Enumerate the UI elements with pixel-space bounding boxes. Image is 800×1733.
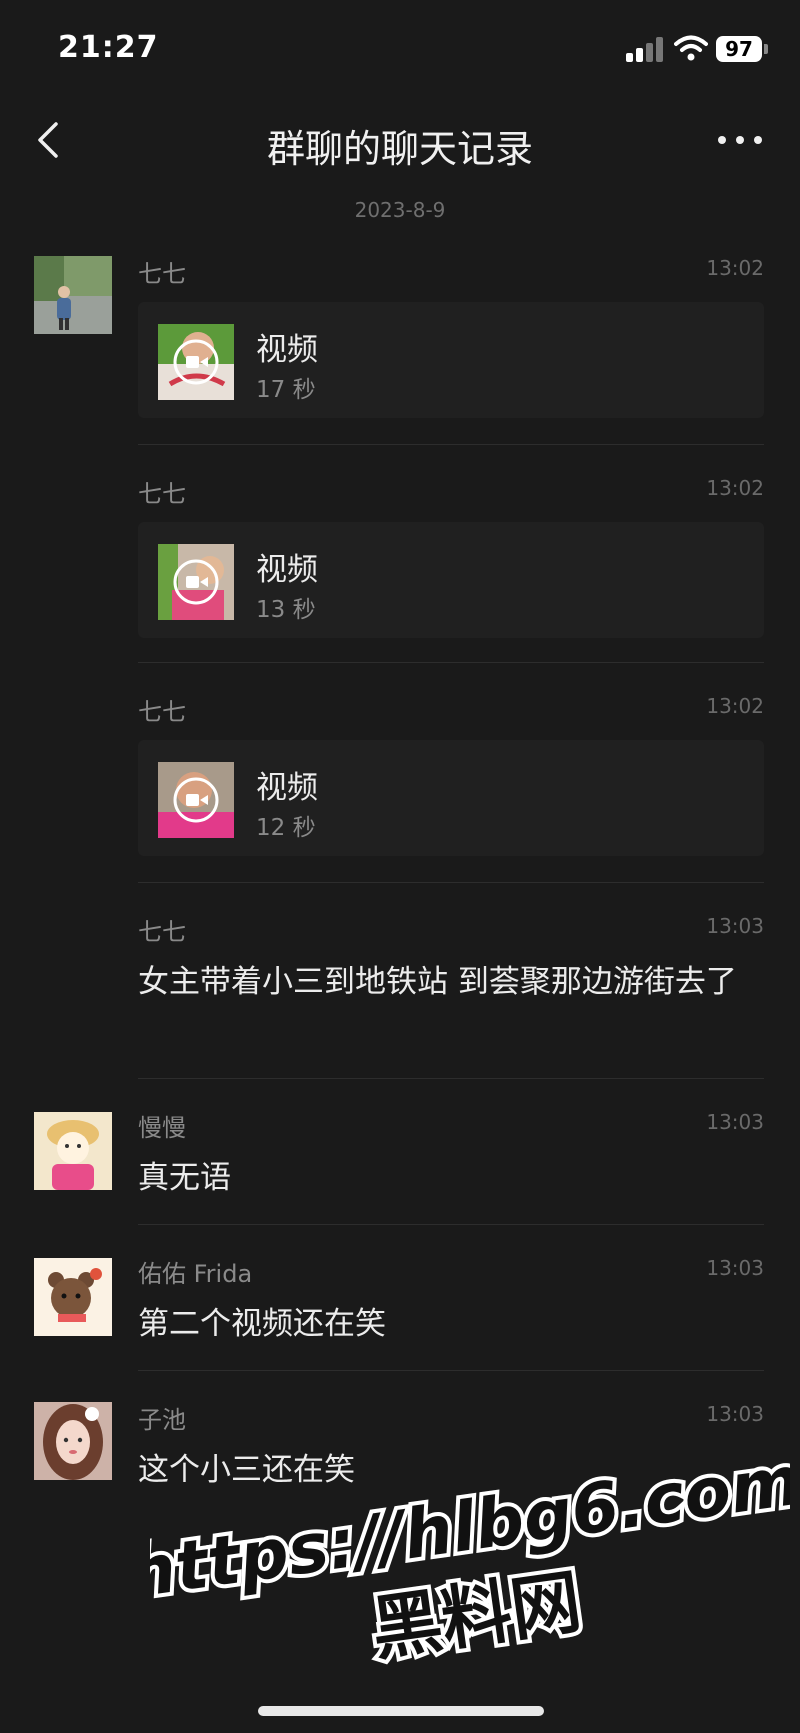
message-3: 七七 13:03 女主带着小三到地铁站 到荟聚那边游街去了: [138, 912, 764, 1062]
video-thumbnail: [158, 762, 234, 838]
message-5: 佑佑 Frida 13:03 第二个视频还在笑: [138, 1254, 764, 1354]
message-time: 13:02: [706, 476, 764, 500]
battery-tip: [764, 44, 768, 54]
video-thumbnail: [158, 324, 234, 400]
video-card[interactable]: 视频 13 秒: [138, 522, 764, 638]
sender-name: 七七: [138, 260, 186, 288]
message-0: 七七 13:02 视频 17 秒: [138, 254, 764, 434]
sender-name: 慢慢: [138, 1114, 186, 1142]
video-label: 视频: [256, 552, 318, 588]
wifi-icon: [674, 35, 708, 61]
sender-name: 佑佑 Frida: [138, 1260, 253, 1288]
sender-name: 七七: [138, 698, 186, 726]
cellular-signal-icon: [626, 36, 664, 62]
more-options-icon[interactable]: [710, 120, 770, 160]
battery-icon: 97: [716, 36, 762, 62]
message-time: 13:03: [706, 1402, 764, 1426]
message-divider: [138, 1370, 764, 1371]
watermark: https://hlbg6.com 黑料网: [150, 1440, 790, 1675]
message-divider: [138, 1078, 764, 1079]
nav-bar: 群聊的聊天记录: [0, 100, 800, 180]
video-label: 视频: [256, 770, 318, 806]
message-divider: [138, 444, 764, 445]
avatar-frida[interactable]: [34, 1258, 112, 1336]
avatar-zichi[interactable]: [34, 1402, 112, 1480]
message-1: 七七 13:02 视频 13 秒: [138, 474, 764, 654]
video-card[interactable]: 视频 17 秒: [138, 302, 764, 418]
video-duration: 12 秒: [256, 815, 316, 841]
avatar-manman[interactable]: [34, 1112, 112, 1190]
status-bar: 21:27 97: [0, 0, 800, 100]
date-separator: 2023-8-9: [354, 198, 446, 222]
video-duration: 13 秒: [256, 597, 316, 623]
message-divider: [138, 1224, 764, 1225]
video-label: 视频: [256, 332, 318, 368]
message-divider: [138, 882, 764, 883]
message-text: 第二个视频还在笑: [138, 1306, 386, 1342]
message-divider: [138, 662, 764, 663]
video-duration: 17 秒: [256, 377, 316, 403]
watermark-site-name: 黑料网: [367, 1560, 586, 1670]
message-time: 13:03: [706, 1256, 764, 1280]
message-text: 女主带着小三到地铁站 到荟聚那边游街去了: [138, 964, 737, 1000]
sender-name: 七七: [138, 918, 186, 946]
home-indicator[interactable]: [258, 1706, 544, 1716]
message-text: 真无语: [138, 1160, 231, 1196]
video-thumbnail: [158, 544, 234, 620]
sender-name: 子池: [138, 1406, 186, 1434]
message-2: 七七 13:02 视频 12 秒: [138, 692, 764, 872]
message-time: 13:03: [706, 1110, 764, 1134]
sender-name: 七七: [138, 480, 186, 508]
avatar-qiqi[interactable]: [34, 256, 112, 334]
message-time: 13:03: [706, 914, 764, 938]
status-time: 21:27: [58, 30, 159, 65]
message-4: 慢慢 13:03 真无语: [138, 1108, 764, 1208]
message-time: 13:02: [706, 256, 764, 280]
video-card[interactable]: 视频 12 秒: [138, 740, 764, 856]
page-title: 群聊的聊天记录: [266, 127, 533, 171]
message-time: 13:02: [706, 694, 764, 718]
